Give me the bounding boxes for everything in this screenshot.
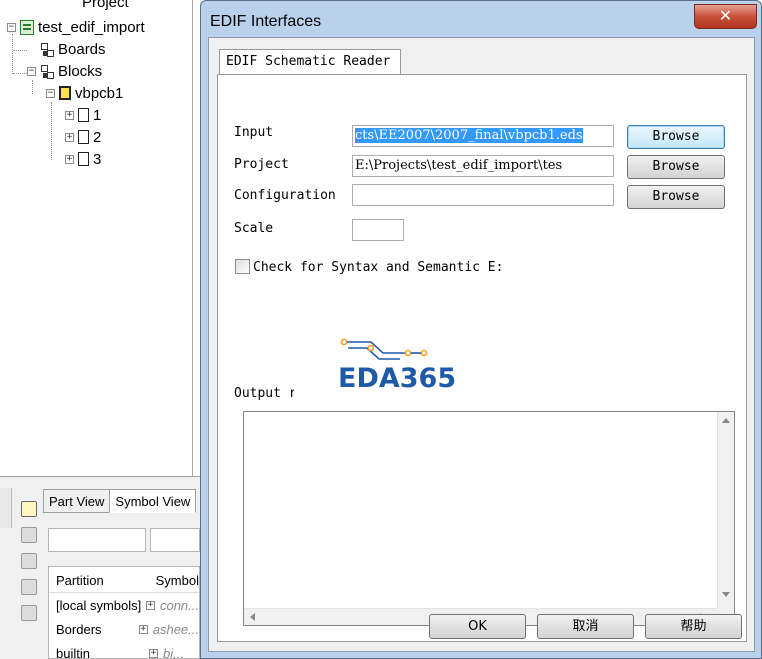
- grid-cell-symbol: conn...: [159, 597, 199, 613]
- tree-item-boards[interactable]: Boards: [40, 39, 106, 59]
- tab-symbol-view[interactable]: Symbol View: [109, 489, 197, 513]
- tree-item-label: 3: [93, 150, 102, 168]
- expand-icon[interactable]: +: [145, 600, 155, 610]
- page-icon: [78, 130, 89, 144]
- close-button[interactable]: ✕: [694, 4, 757, 29]
- expand-icon[interactable]: +: [65, 154, 74, 164]
- cancel-button[interactable]: 取消: [537, 614, 634, 639]
- input-label: Input: [234, 125, 274, 140]
- grid-cell-partition: Borders: [56, 621, 102, 637]
- tree-item-blocks[interactable]: − Blocks: [27, 61, 102, 81]
- hierarchy-icon: [40, 42, 54, 57]
- table-row[interactable]: builtin + bi...: [49, 641, 199, 659]
- edif-dialog: EDIF Interfaces ✕ EDIF Schematic Reader …: [200, 0, 762, 659]
- tree-item-label: Boards: [58, 40, 106, 58]
- place-icon[interactable]: [18, 550, 38, 570]
- help-button[interactable]: 帮助: [645, 614, 742, 639]
- grid-header: Partition Symbol: [49, 567, 199, 593]
- tree-item-label: test_edif_import: [38, 18, 145, 36]
- panel-toolbar: [14, 492, 42, 628]
- collapse-icon[interactable]: −: [46, 88, 55, 98]
- project-icon: [20, 19, 34, 35]
- expand-icon[interactable]: +: [149, 648, 158, 658]
- config-file-field[interactable]: [352, 184, 614, 206]
- tools-icon[interactable]: [18, 602, 38, 622]
- tree-guide: [13, 73, 27, 74]
- grid-cell-partition: [local symbols]: [56, 597, 142, 613]
- tree-guide: [12, 34, 13, 74]
- tree-item-page[interactable]: + 1: [65, 105, 101, 125]
- scale-label: Scale: [234, 221, 274, 236]
- output-results-box[interactable]: [243, 411, 735, 626]
- library-icon[interactable]: [18, 576, 38, 596]
- block-chip-icon: [59, 86, 71, 100]
- page-icon: [78, 152, 89, 166]
- table-row[interactable]: [local symbols] + conn...: [49, 593, 199, 617]
- expand-icon[interactable]: +: [65, 110, 74, 120]
- symbol-grid: Partition Symbol [local symbols] + conn..…: [48, 566, 200, 659]
- tree-item-page[interactable]: + 3: [65, 149, 101, 169]
- logo-wordmark: EDA365: [338, 363, 457, 394]
- tree-item-label: Blocks: [58, 62, 103, 80]
- project-pane-caption: Project: [82, 0, 129, 11]
- expand-icon[interactable]: +: [65, 132, 74, 142]
- tree-item-label: 1: [93, 106, 102, 124]
- panel-nav-arrows[interactable]: [0, 488, 12, 528]
- tree-item-label: 2: [93, 128, 102, 146]
- grid-header-partition[interactable]: Partition: [49, 567, 149, 592]
- scroll-left-icon[interactable]: [250, 613, 255, 621]
- scroll-down-icon[interactable]: [722, 592, 730, 597]
- dialog-title: EDIF Interfaces: [210, 13, 322, 30]
- browse-project-button[interactable]: Browse: [627, 155, 725, 179]
- tree-guide: [13, 50, 27, 51]
- scale-field[interactable]: [352, 219, 404, 241]
- project-tree-pane: Project − test_edif_import Boards − Bloc…: [0, 0, 193, 476]
- page-icon: [78, 108, 89, 122]
- tree-guide: [32, 80, 33, 94]
- input-file-value: cts\EE2007\2007_final\vbpcb1.eds: [355, 128, 583, 143]
- collapse-icon[interactable]: −: [27, 66, 36, 76]
- expand-icon[interactable]: +: [138, 624, 148, 634]
- tree-item-label: vbpcb1: [75, 84, 124, 102]
- grid-cell-symbol: ashee...: [152, 621, 199, 637]
- tab-page: Input cts\EE2007\2007_final\vbpcb1.eds B…: [217, 74, 747, 642]
- input-file-field[interactable]: cts\EE2007\2007_final\vbpcb1.eds: [352, 125, 614, 147]
- hierarchy-icon: [40, 64, 54, 79]
- tab-part-view[interactable]: Part View: [43, 489, 111, 513]
- filter-input[interactable]: [48, 528, 146, 552]
- syntax-check-checkbox[interactable]: [235, 259, 250, 274]
- scroll-up-icon[interactable]: [722, 418, 730, 423]
- grid-cell-symbol: bi...: [163, 645, 184, 659]
- dialog-client: EDIF Schematic Reader Input cts\EE2007\2…: [208, 37, 755, 652]
- filter-input-secondary[interactable]: [150, 528, 200, 552]
- search-icon[interactable]: [18, 498, 38, 518]
- tab-edif-schematic-reader[interactable]: EDIF Schematic Reader: [219, 49, 401, 75]
- tree-item-project[interactable]: − test_edif_import: [7, 17, 145, 37]
- output-label: Output results: [234, 386, 294, 401]
- tree-item-block-vbpcb1[interactable]: − vbpcb1: [46, 83, 123, 103]
- config-file-label: Configuration file: [234, 188, 344, 203]
- vertical-scrollbar[interactable]: [717, 412, 734, 609]
- zoom-icon[interactable]: [18, 524, 38, 544]
- browse-input-button[interactable]: Browse: [627, 125, 725, 149]
- close-icon: ✕: [718, 6, 733, 25]
- syntax-check-label[interactable]: Check for Syntax and Semantic E:: [253, 260, 503, 275]
- project-label: Project: [234, 157, 289, 172]
- collapse-icon[interactable]: −: [7, 22, 16, 32]
- grid-header-symbol[interactable]: Symbol: [149, 567, 199, 592]
- browse-config-button[interactable]: Browse: [627, 185, 725, 209]
- table-row[interactable]: Borders + ashee...: [49, 617, 199, 641]
- view-tabs: Part View Symbol View: [43, 489, 197, 513]
- grid-cell-partition: builtin: [56, 645, 90, 659]
- project-file-field[interactable]: E:\Projects\test_edif_import\tes: [352, 155, 614, 177]
- ok-button[interactable]: OK: [429, 614, 526, 639]
- eda365-logo: EDA365: [338, 337, 457, 397]
- tree-item-page[interactable]: + 2: [65, 127, 101, 147]
- tree-guide: [51, 102, 52, 160]
